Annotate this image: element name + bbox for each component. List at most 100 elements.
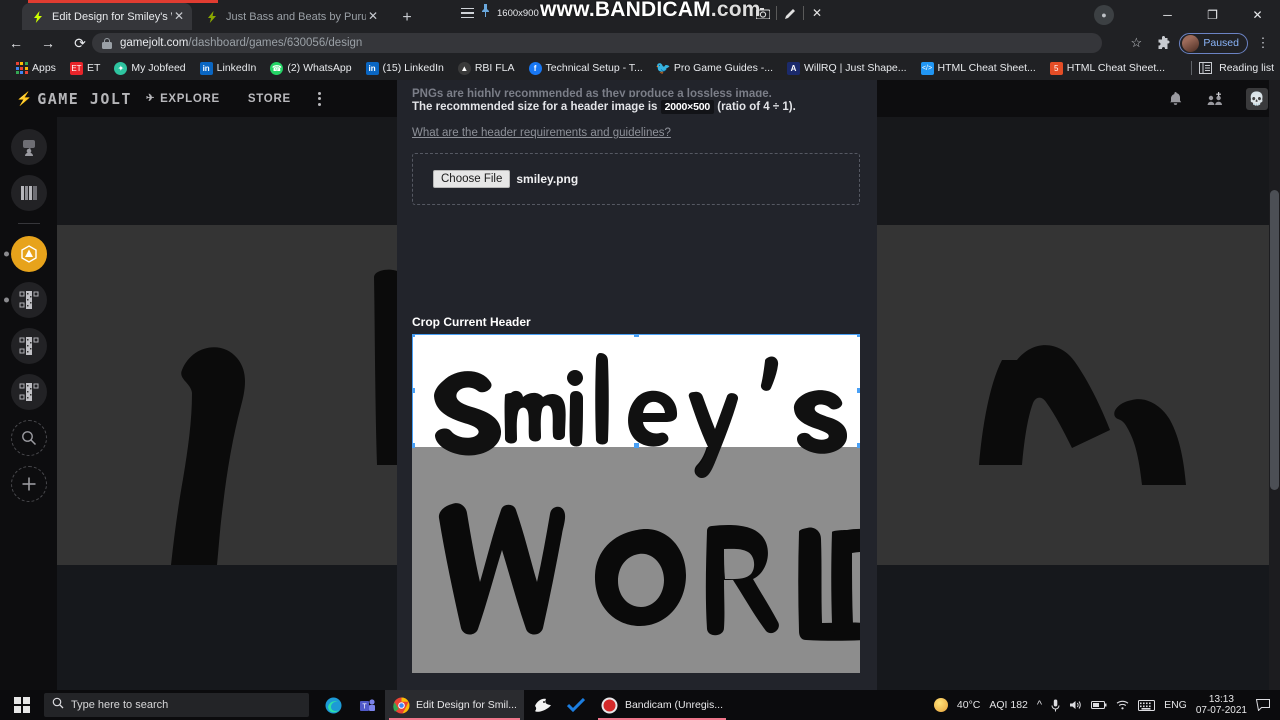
bell-icon[interactable] [1166, 90, 1184, 108]
lock-icon [102, 37, 112, 49]
taskbar-app-edge[interactable] [317, 690, 349, 720]
teams-icon: T [358, 696, 376, 714]
language-indicator[interactable]: ENG [1164, 699, 1187, 711]
bookmark-star-icon[interactable]: ☆ [1123, 31, 1149, 55]
bookmark-label: Apps [32, 62, 56, 74]
browser-tab-active[interactable]: Edit Design for Smiley's World - G ✕ [22, 3, 192, 30]
crop-handle-bottom-left[interactable] [412, 443, 415, 448]
bird-icon [533, 696, 551, 714]
microphone-icon[interactable] [1051, 699, 1060, 712]
camera-icon[interactable] [750, 3, 776, 23]
user-avatar[interactable]: 💀 [1246, 87, 1268, 110]
bookmark-whatsapp[interactable]: ☎ (2) WhatsApp [263, 56, 358, 80]
page-scrollbar-thumb[interactable] [1270, 190, 1279, 490]
close-button[interactable]: ✕ [1235, 0, 1280, 30]
taskbar-app-teams[interactable]: T [351, 690, 383, 720]
sidebar-item-search[interactable] [10, 420, 47, 456]
profile-chip-icon[interactable]: ● [1094, 5, 1114, 25]
friend-requests-icon[interactable] [1206, 90, 1224, 108]
browser-menu-icon[interactable]: ⋮ [1250, 31, 1276, 55]
bookmark-label: WillRQ | Just Shape... [804, 62, 907, 74]
close-icon[interactable]: ✕ [804, 3, 830, 23]
bookmark-pro-game-guides[interactable]: 🐦 Pro Game Guides -... [650, 56, 780, 80]
hamburger-icon[interactable] [461, 7, 474, 19]
pin-icon[interactable] [481, 4, 490, 22]
sidebar-item-game-thumb-3[interactable] [10, 374, 47, 410]
crop-handle-middle-right[interactable] [857, 387, 860, 393]
twitter-icon: 🐦 [655, 61, 671, 75]
taskbar-search-box[interactable]: Type here to search [44, 693, 309, 717]
sidebar-item-activity-feed[interactable] [10, 129, 47, 165]
recommended-suffix: (ratio of 4 ÷ 1). [717, 101, 796, 113]
bandicam-watermark: www.BANDICAM.com [540, 0, 761, 21]
back-button[interactable]: ← [0, 30, 32, 56]
gamejolt-logo[interactable]: ⚡ GAME JOLT [16, 90, 132, 108]
sidebar-rail [0, 117, 57, 690]
taskbar-app-bandicam[interactable]: Bandicam (Unregis... [594, 690, 730, 720]
sidebar-item-game-thumb-1[interactable] [3, 282, 47, 318]
bookmark-et[interactable]: ET ET [63, 56, 107, 80]
bookmark-linkedin[interactable]: in LinkedIn [193, 56, 264, 80]
notification-icon[interactable] [1256, 699, 1270, 711]
close-icon[interactable]: ✕ [172, 9, 186, 24]
crop-selection[interactable] [412, 334, 860, 479]
web-page: ⚡ GAME JOLT ✈ EXPLORE STORE 💀 PNGs are h… [0, 80, 1280, 690]
pencil-icon[interactable] [777, 3, 803, 23]
extensions-icon[interactable] [1151, 31, 1177, 55]
vertical-dots-icon[interactable] [311, 91, 329, 106]
tab-title: Edit Design for Smiley's World - G [52, 10, 172, 23]
address-bar[interactable]: gamejolt.com/dashboard/games/630056/desi… [92, 33, 1102, 53]
crop-handle-top-right[interactable] [857, 334, 860, 337]
bookmark-apps[interactable]: Apps [8, 56, 63, 80]
bookmark-technical-setup[interactable]: f Technical Setup - T... [522, 56, 650, 80]
crop-handle-middle-left[interactable] [412, 387, 415, 393]
crop-handle-bottom-center[interactable] [633, 443, 639, 448]
battery-icon[interactable] [1091, 700, 1107, 710]
bookmark-label: HTML Cheat Sheet... [1066, 62, 1166, 74]
bolt-icon: ⚡ [16, 90, 33, 106]
bookmark-my-jobfeed[interactable]: ✦ My Jobfeed [107, 56, 192, 80]
forward-button[interactable]: → [32, 30, 64, 56]
crop-section-label: Crop Current Header [412, 315, 531, 329]
crop-stage[interactable] [412, 334, 860, 673]
bookmark-html-cheat-2[interactable]: 5 HTML Cheat Sheet... [1043, 56, 1172, 80]
close-icon[interactable]: ✕ [366, 9, 380, 24]
bookmark-willrq[interactable]: A WillRQ | Just Shape... [780, 56, 914, 80]
reading-list-label[interactable]: Reading list [1219, 62, 1274, 74]
taskbar-app-chrome[interactable]: Edit Design for Smil... [385, 690, 524, 720]
nav-explore[interactable]: ✈ EXPLORE [132, 93, 234, 105]
volume-icon[interactable] [1069, 699, 1082, 711]
minimize-button[interactable]: ─ [1145, 0, 1190, 30]
bookmark-html-cheat-1[interactable]: </> HTML Cheat Sheet... [914, 56, 1043, 80]
new-tab-button[interactable]: + [396, 7, 418, 29]
bookmark-label: RBI FLA [474, 62, 515, 74]
bookmark-rbi-fla[interactable]: ▲ RBI FLA [451, 56, 522, 80]
crop-handle-top-center[interactable] [633, 334, 639, 337]
weather-icon[interactable] [933, 698, 948, 712]
bookmarks-bar-right: Reading list [1191, 56, 1274, 80]
start-button[interactable] [0, 690, 44, 720]
crop-handle-top-left[interactable] [412, 334, 415, 337]
nav-store[interactable]: STORE [234, 93, 305, 105]
wifi-icon[interactable] [1116, 700, 1129, 710]
page-scrollbar-track[interactable] [1269, 80, 1280, 690]
avatar [1182, 34, 1200, 52]
bookmark-linkedin-15[interactable]: in (15) LinkedIn [359, 56, 451, 80]
profile-paused-chip[interactable]: Paused [1179, 32, 1248, 54]
taskbar-apps: T Edit Design for Smil... Bandicam (Unre… [317, 690, 730, 720]
keyboard-icon[interactable] [1138, 699, 1156, 711]
choose-file-button[interactable]: Choose File [433, 170, 511, 188]
sidebar-item-unity-game[interactable] [3, 236, 47, 272]
taskbar-app-check[interactable] [560, 690, 592, 720]
taskbar-app-bird[interactable] [526, 690, 558, 720]
sidebar-item-library[interactable] [10, 175, 47, 211]
header-requirements-link[interactable]: What are the header requirements and gui… [412, 127, 671, 139]
sidebar-item-game-thumb-2[interactable] [10, 328, 47, 364]
chevron-up-icon[interactable]: ^ [1037, 699, 1042, 711]
maximize-button[interactable]: ❐ [1190, 0, 1235, 30]
crop-handle-bottom-right[interactable] [857, 443, 860, 448]
browser-tab-inactive[interactable]: Just Bass and Beats by Purunjay ✕ [196, 3, 386, 30]
file-drop-zone[interactable]: Choose File smiley.png [412, 153, 860, 205]
sidebar-item-add[interactable] [10, 466, 47, 502]
taskbar-clock[interactable]: 13:13 07-07-2021 [1196, 694, 1247, 716]
